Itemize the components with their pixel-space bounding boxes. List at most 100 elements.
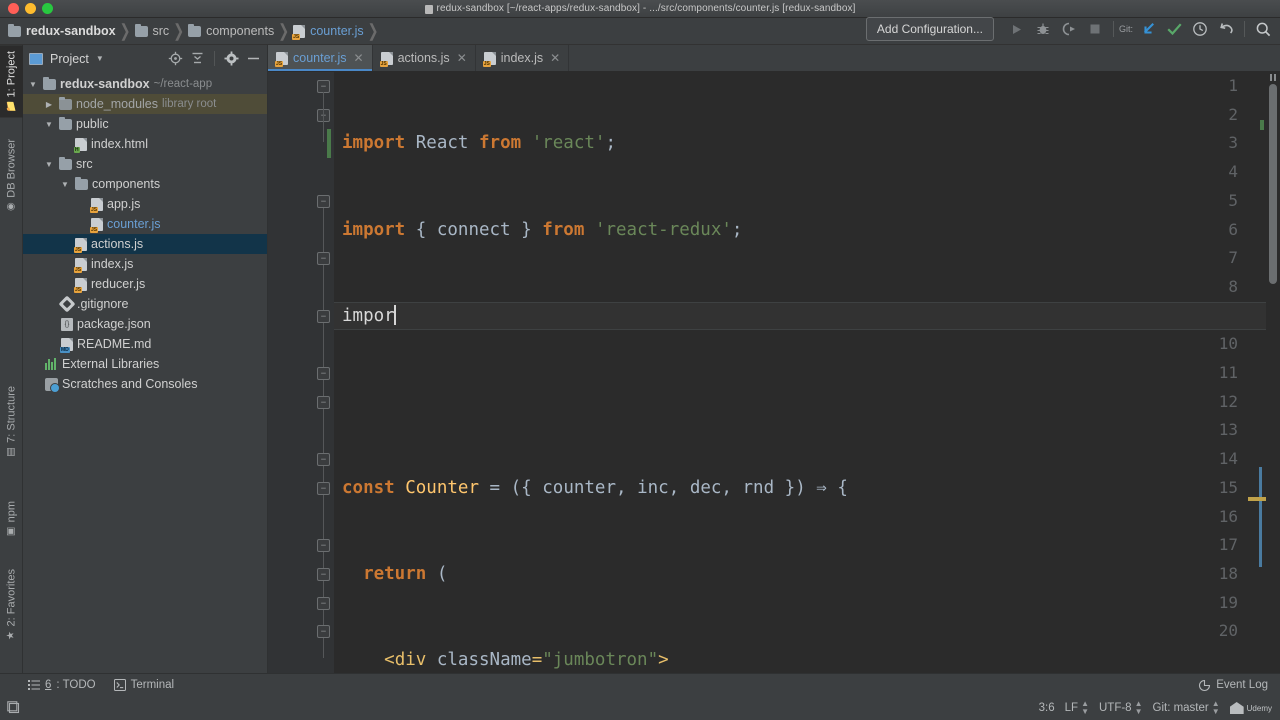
sidebar-item-project[interactable]: 📁 1: Project [0,45,23,118]
breadcrumb-item-src[interactable]: src [134,23,169,38]
close-icon[interactable]: ✕ [457,51,467,65]
tree-row-node-modules[interactable]: ▶ node_modules library root [23,94,267,114]
folder-icon [75,176,88,190]
add-configuration-button[interactable]: Add Configuration... [865,17,994,41]
folder-icon [8,23,21,37]
run-icon[interactable] [1004,17,1030,41]
collapse-all-icon[interactable] [190,51,205,66]
code-line-6[interactable]: return ( [334,560,1280,589]
tree-row-components[interactable]: ▼ components [23,174,267,194]
tree-row-package-json[interactable]: package.json [23,314,267,334]
tree-row-external-libraries[interactable]: External Libraries [23,354,267,374]
terminal-label: Terminal [130,679,175,691]
code-line-5[interactable]: const Counter = ({ counter, inc, dec, rn… [334,474,1280,503]
js-file-icon [74,237,87,253]
breadcrumb-item-project[interactable]: redux-sandbox [8,23,116,38]
chevron-down-icon[interactable]: ▼ [27,80,39,89]
fold-marker-icon[interactable]: − [317,396,330,409]
bottom-item-todo[interactable]: 6 : TODO [28,679,96,691]
close-icon[interactable]: ✕ [354,51,364,65]
locate-icon[interactable] [168,51,183,66]
app-icon [424,5,433,14]
tree-row-reducer-js[interactable]: reducer.js [23,274,267,294]
change-marker[interactable] [1260,120,1264,130]
sidebar-item-db-browser[interactable]: ◉ DB Browser [0,133,23,218]
breadcrumb-separator-icon: ❯ [367,20,379,41]
fold-marker-icon[interactable]: − [317,625,330,638]
hide-panel-icon[interactable] [246,51,261,66]
tree-row-public[interactable]: ▼ public [23,114,267,134]
js-file-icon [292,24,306,40]
breadcrumb-item-components[interactable]: components [188,23,274,38]
git-commit-icon[interactable] [1161,17,1187,41]
editor-vertical-scrollbar[interactable] [1266,72,1280,683]
chevron-down-icon[interactable]: ▼ [43,160,55,169]
tree-row-index-html[interactable]: index.html [23,134,267,154]
chevron-down-icon[interactable]: ▼ [43,120,55,129]
fold-marker-icon[interactable]: − [317,597,330,610]
tab-actions-js[interactable]: actions.js ✕ [373,45,476,71]
code-line-4[interactable] [334,388,1280,417]
chevron-right-icon[interactable]: ▶ [43,100,55,109]
breadcrumb-item-file[interactable]: counter.js [292,24,364,40]
bottom-item-terminal[interactable]: Terminal [113,679,175,691]
search-icon[interactable] [1250,17,1276,41]
fold-marker-icon[interactable]: − [317,453,330,466]
project-tree[interactable]: ▼ redux-sandbox ~/react-app ▶ node_modul… [23,72,267,394]
tree-row-scratches-consoles[interactable]: Scratches and Consoles [23,374,267,394]
sidebar-item-favorites[interactable]: ★ 2: Favorites [0,563,23,646]
tree-row-index-js[interactable]: index.js [23,254,267,274]
tab-index-js[interactable]: index.js ✕ [476,45,570,71]
line-separator-selector[interactable]: LF ▲ ▼ [1065,700,1089,716]
tree-row-gitignore[interactable]: .gitignore [23,294,267,314]
code-line-1[interactable]: import React from 'react'; [334,129,1280,158]
code-line-7[interactable]: <div className="jumbotron"> [334,646,1280,675]
code-text[interactable]: import React from 'react'; import { conn… [334,72,1280,683]
sidebar-item-structure[interactable]: ▤ 7: Structure [0,380,23,463]
fold-marker-icon[interactable]: − [317,310,330,323]
git-update-icon[interactable] [1135,17,1161,41]
toggle-tool-windows-button[interactable] [0,701,28,715]
sidebar-item-npm[interactable]: ▣ npm [0,495,23,542]
fold-marker-icon[interactable]: − [317,482,330,495]
settings-gear-icon[interactable] [224,51,239,66]
undo-icon[interactable] [1213,17,1239,41]
js-file-icon [74,277,87,293]
code-line-3[interactable]: impor [334,301,1280,331]
debug-icon[interactable] [1030,17,1056,41]
fold-marker-icon[interactable]: − [317,252,330,265]
caret-position[interactable]: 3:6 [1039,702,1055,714]
chevron-down-icon[interactable]: ▼ [96,54,104,63]
scrollbar-thumb[interactable] [1269,84,1277,284]
breadcrumb-label: redux-sandbox [26,24,116,38]
bottom-item-event-log[interactable]: Event Log [1198,679,1268,692]
udemy-watermark: Udemy [1229,702,1272,714]
main-toolbar: Add Configuration... Git: [865,14,1276,44]
tab-counter-js[interactable]: counter.js ✕ [268,45,373,71]
code-editor[interactable]: 1 2 3 4 5 6 7 8 9 10 11 12 13 14 15 16 1… [268,72,1280,683]
run-with-coverage-icon[interactable] [1056,17,1082,41]
tree-row-actions-js[interactable]: actions.js [23,234,267,254]
tree-row-redux-sandbox[interactable]: ▼ redux-sandbox ~/react-app [23,74,267,94]
encoding-selector[interactable]: UTF-8 ▲ ▼ [1099,700,1143,716]
stop-icon[interactable] [1082,17,1108,41]
fold-marker-icon[interactable]: − [317,367,330,380]
close-icon[interactable]: ✕ [550,51,560,65]
tree-row-readme-md[interactable]: README.md [23,334,267,354]
line-change-marker[interactable] [327,129,331,159]
tree-row-app-js[interactable]: app.js [23,194,267,214]
tree-item-label: redux-sandbox [60,77,150,91]
warning-marker[interactable] [1248,497,1266,501]
chevron-updown-icon: ▲ ▼ [1134,699,1143,716]
code-line-2[interactable]: import { connect } from 'react-redux'; [334,216,1280,245]
git-branch-selector[interactable]: Git: master ▲ ▼ [1153,700,1220,716]
fold-marker-icon[interactable]: − [317,539,330,552]
status-bar-right: 3:6 LF ▲ ▼ UTF-8 ▲ ▼ Git: master ▲ ▼ Udemy [1039,700,1280,716]
tree-row-counter-js[interactable]: counter.js [23,214,267,234]
fold-marker-icon[interactable]: − [317,568,330,581]
project-icon [29,52,43,65]
tree-row-src[interactable]: ▼ src [23,154,267,174]
history-icon[interactable] [1187,17,1213,41]
chevron-down-icon[interactable]: ▼ [59,180,71,189]
fold-marker-icon[interactable]: − [317,195,330,208]
